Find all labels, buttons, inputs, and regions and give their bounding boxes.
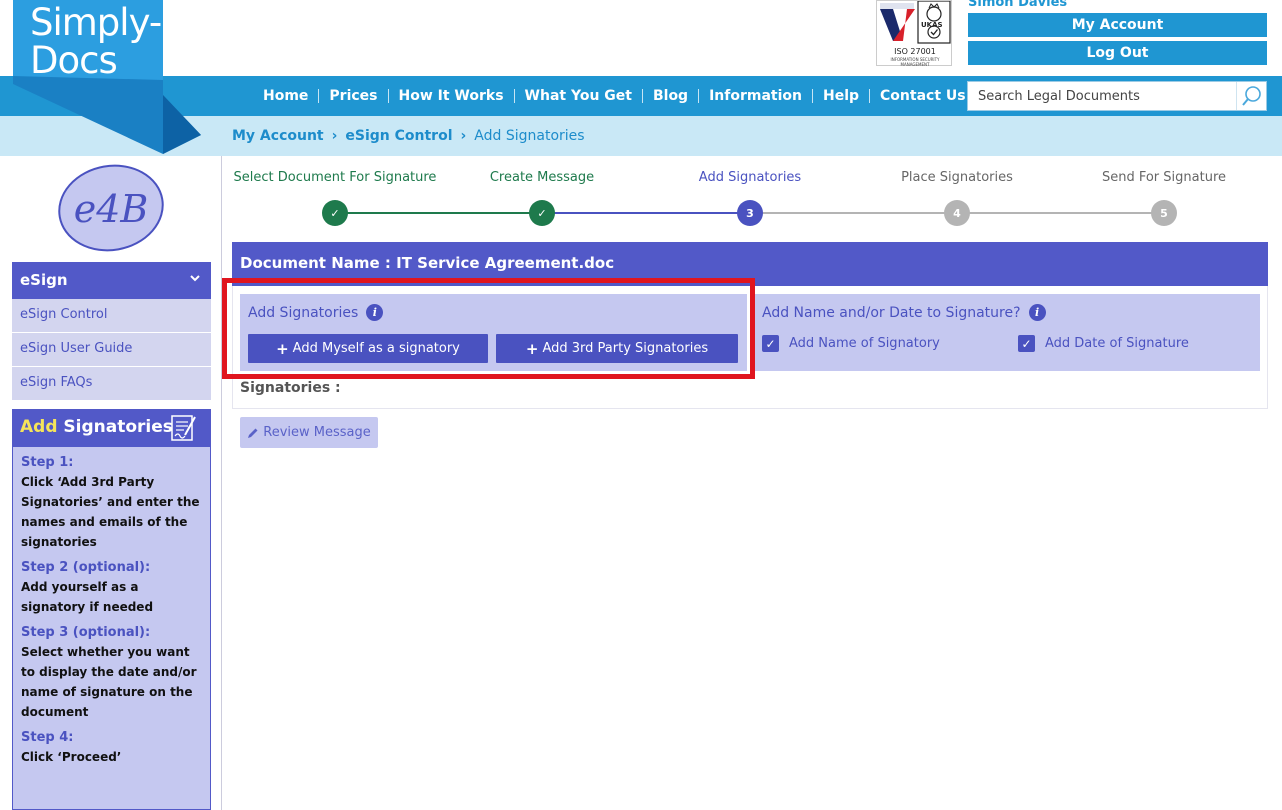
nav-how-it-works[interactable]: How It Works	[389, 88, 514, 104]
my-account-button[interactable]: My Account	[968, 13, 1267, 37]
nav-help[interactable]: Help	[813, 88, 869, 104]
highlight-box	[222, 278, 755, 379]
progress-step-marker: ✓	[529, 200, 555, 226]
pencil-icon	[248, 428, 258, 438]
progress-step-label: Send For Signature	[1101, 170, 1227, 185]
nav-contact-us[interactable]: Contact Us	[870, 88, 976, 104]
breadcrumb-esign-control[interactable]: eSign Control	[345, 128, 452, 144]
signature-options-title: Add Name and/or Date to Signature?	[762, 304, 1021, 321]
help-step-title: Step 3 (optional):	[21, 625, 151, 640]
progress-step-label: Add Signatories	[698, 170, 802, 185]
iso-label: ISO 27001	[894, 47, 936, 56]
breadcrumb-my-account[interactable]: My Account	[232, 128, 324, 144]
progress-step-label: Place Signatories	[901, 170, 1013, 185]
sidebar-item-esign-user-guide[interactable]: eSign User Guide	[12, 333, 211, 367]
sidebar-item-esign-faqs[interactable]: eSign FAQs	[12, 367, 211, 401]
progress-step-marker: ✓	[322, 200, 348, 226]
search-button[interactable]	[1236, 82, 1266, 110]
user-name: Simon Davies	[968, 0, 1068, 10]
ukas-badge-text: UKAS	[921, 21, 943, 29]
sidebar-divider	[221, 156, 222, 810]
help-step-text: Select whether you want to display the d…	[21, 645, 197, 719]
progress-line	[335, 212, 542, 214]
help-step-title: Step 1:	[21, 455, 74, 470]
nav-what-you-get[interactable]: What You Get	[515, 88, 642, 104]
help-step-text: Click ‘Add 3rd Party Signatories’ and en…	[21, 475, 200, 549]
signature-document-icon	[171, 415, 196, 441]
signatories-label: Signatories :	[240, 380, 341, 396]
breadcrumb-current: Add Signatories	[474, 128, 585, 144]
nav-home[interactable]: Home	[253, 88, 318, 104]
info-icon[interactable]: i	[1028, 304, 1046, 321]
sidebar-item-esign-control[interactable]: eSign Control	[12, 299, 211, 333]
chevron-right-icon: ›	[331, 128, 338, 144]
nav-blog[interactable]: Blog	[643, 88, 698, 104]
help-title: Signatories	[57, 417, 173, 437]
search-box	[967, 81, 1267, 111]
help-panel-header: Add Signatories	[12, 409, 211, 447]
breadcrumb: My Account › eSign Control › Add Signato…	[232, 116, 585, 156]
esign-section-title: eSign	[20, 271, 68, 289]
nav-information[interactable]: Information	[699, 88, 812, 104]
search-input[interactable]	[968, 88, 1236, 104]
progress-step-marker: 5	[1151, 200, 1177, 226]
iso-sublabel: INFORMATION SECURITY MANAGEMENT	[890, 57, 940, 67]
checkbox-checked-icon: ✓	[762, 335, 779, 352]
main-nav: Home Prices How It Works What You Get Bl…	[253, 76, 976, 116]
progress-step-label: Create Message	[489, 170, 595, 185]
nav-prices[interactable]: Prices	[319, 88, 387, 104]
help-step-text: Click ‘Proceed’	[21, 750, 122, 764]
progress-line	[542, 212, 750, 214]
e4b-logo-text: e4B	[74, 187, 149, 231]
add-date-label: Add Date of Signature	[1045, 336, 1189, 351]
signature-options-heading: Add Name and/or Date to Signature? i	[762, 304, 1046, 321]
help-steps-panel: Step 1: Click ‘Add 3rd Party Signatories…	[12, 447, 211, 810]
review-message-label: Review Message	[263, 425, 371, 440]
chevron-right-icon: ›	[460, 128, 467, 144]
progress-step-marker: 3	[737, 200, 763, 226]
help-step-title: Step 4:	[21, 730, 74, 745]
progress-step-label: Select Document For Signature	[233, 170, 437, 185]
add-date-checkbox[interactable]: ✓ Add Date of Signature	[1018, 335, 1189, 352]
help-step-title: Step 2 (optional):	[21, 560, 151, 575]
search-icon	[1241, 86, 1261, 106]
progress-step-marker: 4	[944, 200, 970, 226]
logo-text: Simply- Docs	[30, 1, 162, 82]
add-name-label: Add Name of Signatory	[789, 336, 940, 351]
checkbox-checked-icon: ✓	[1018, 335, 1035, 352]
review-message-button[interactable]: Review Message	[240, 417, 378, 448]
help-step-text: Add yourself as a signatory if needed	[21, 580, 154, 614]
help-title-highlight: Add	[20, 417, 58, 437]
log-out-button[interactable]: Log Out	[968, 41, 1267, 65]
iso-certification-badge: UKAS ISO 27001 INFORMATION SECURITY MANA…	[876, 0, 952, 67]
add-name-checkbox[interactable]: ✓ Add Name of Signatory	[762, 335, 940, 352]
esign-section-header[interactable]: eSign	[12, 262, 211, 299]
e4b-logo: e4B	[58, 164, 164, 252]
chevron-down-icon	[190, 275, 200, 282]
